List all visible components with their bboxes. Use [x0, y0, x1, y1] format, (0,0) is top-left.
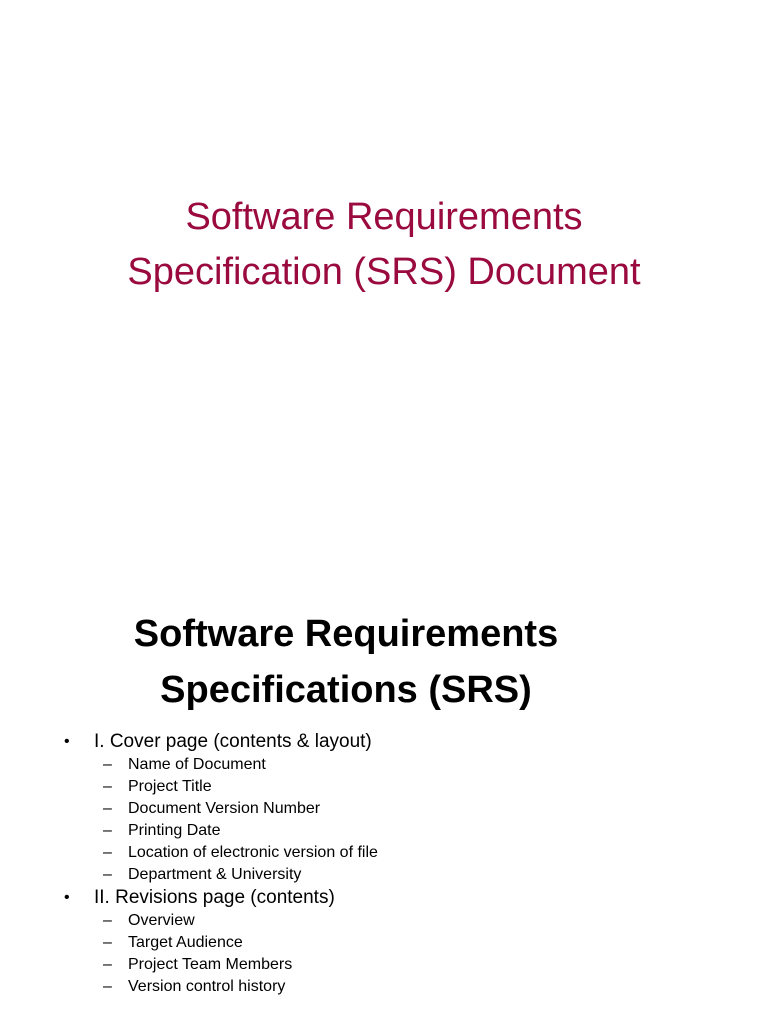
- outline-section: • II. Revisions page (contents): [0, 886, 768, 910]
- outline-item: – Name of Document: [0, 754, 768, 776]
- dash-icon: –: [103, 934, 112, 951]
- dash-icon: –: [103, 978, 112, 995]
- dash-icon: –: [103, 956, 112, 973]
- outline-item: – Document Version Number: [0, 798, 768, 820]
- outline-section-label: I. Cover page (contents & layout): [94, 731, 372, 752]
- document-title-line-1: Software Requirements: [185, 196, 583, 238]
- outline-section-label: II. Revisions page (contents): [94, 887, 335, 908]
- dash-icon: –: [103, 756, 112, 773]
- outline-item: – Project Team Members: [0, 954, 768, 976]
- bullet-icon: •: [64, 889, 70, 906]
- outline-item-label: Printing Date: [128, 822, 221, 839]
- outline-item: – Printing Date: [0, 820, 768, 842]
- section-title-line-1: Software Requirements: [133, 613, 559, 655]
- dash-icon: –: [103, 822, 112, 839]
- dash-icon: –: [103, 866, 112, 883]
- outline-item-label: Department & University: [128, 866, 302, 883]
- outline-item-label: Version control history: [128, 978, 286, 995]
- outline-item-label: Name of Document: [128, 756, 266, 773]
- outline-item-label: Location of electronic version of file: [128, 844, 378, 861]
- dash-icon: –: [103, 800, 112, 817]
- outline-item: – Project Title: [0, 776, 768, 798]
- outline-item: – Location of electronic version of file: [0, 842, 768, 864]
- outline-item-label: Project Team Members: [128, 956, 293, 973]
- document-title-line-2: Specification (SRS) Document: [127, 251, 641, 293]
- outline-item-label: Target Audience: [128, 934, 243, 951]
- outline-item: – Target Audience: [0, 932, 768, 954]
- dash-icon: –: [103, 912, 112, 929]
- slide-title-page: Software Requirements Specification (SRS…: [0, 0, 768, 576]
- document-title: Software Requirements Specification (SRS…: [0, 190, 768, 300]
- dash-icon: –: [103, 778, 112, 795]
- slide-srs-outline: Software Requirements Specifications (SR…: [0, 576, 768, 1024]
- section-title: Software Requirements Specifications (SR…: [0, 606, 692, 718]
- bullet-icon: •: [64, 733, 70, 750]
- outline-section: • I. Cover page (contents & layout): [0, 730, 768, 754]
- section-title-line-2: Specifications (SRS): [160, 669, 532, 711]
- outline-item-label: Project Title: [128, 778, 212, 795]
- dash-icon: –: [103, 844, 112, 861]
- outline-list: • I. Cover page (contents & layout) – Na…: [0, 730, 768, 998]
- outline-item: – Department & University: [0, 864, 768, 886]
- outline-item-label: Document Version Number: [128, 800, 321, 817]
- outline-item-label: Overview: [128, 912, 195, 929]
- outline-item: – Version control history: [0, 976, 768, 998]
- outline-item: – Overview: [0, 910, 768, 932]
